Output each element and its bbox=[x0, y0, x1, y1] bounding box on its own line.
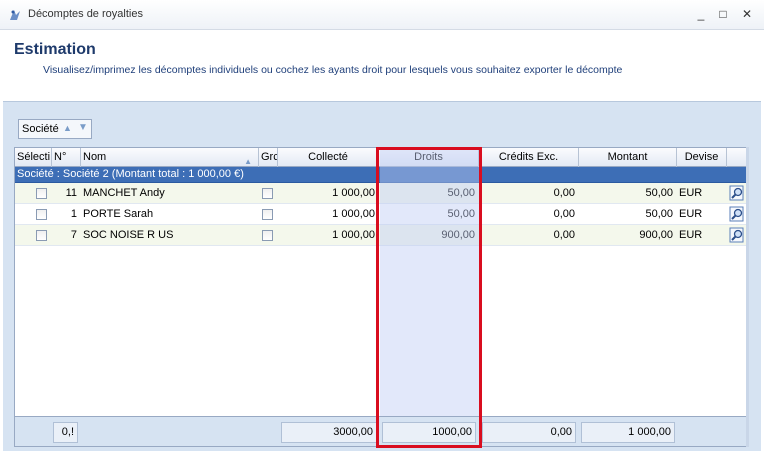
sort-asc-icon: ▲ bbox=[244, 157, 252, 166]
cell-credits: 0,00 bbox=[553, 187, 575, 199]
select-checkbox[interactable] bbox=[36, 230, 47, 241]
cell-devise: EUR bbox=[679, 208, 703, 220]
table-row[interactable]: 7 SOC NOISE R US 1 000,00 900,00 0,00 90… bbox=[15, 225, 747, 246]
cell-devise: EUR bbox=[679, 187, 703, 199]
cell-droits: 900,00 bbox=[441, 229, 475, 241]
sort-asc-icon[interactable]: ▲ bbox=[63, 123, 72, 133]
cell-droits: 50,00 bbox=[447, 187, 475, 199]
col-header-name-label: Nom bbox=[83, 151, 107, 163]
col-header-group[interactable]: Grc bbox=[259, 148, 278, 167]
magnifier-icon[interactable] bbox=[729, 185, 745, 201]
maximize-button[interactable]: □ bbox=[714, 6, 732, 22]
cell-droits: 50,00 bbox=[447, 208, 475, 220]
footer-count: 0,! bbox=[53, 422, 78, 443]
magnifier-icon[interactable] bbox=[729, 206, 745, 222]
col-header-montant[interactable]: Montant bbox=[579, 148, 677, 167]
col-header-droits[interactable]: Droits bbox=[379, 148, 479, 167]
window-titlebar: Décomptes de royalties _ □ ✕ bbox=[0, 0, 764, 30]
filter-icon[interactable]: ▼ bbox=[78, 122, 88, 133]
col-header-devise[interactable]: Devise bbox=[677, 148, 727, 167]
cell-name: SOC NOISE R US bbox=[83, 229, 174, 241]
group-checkbox[interactable] bbox=[262, 209, 273, 220]
cell-collecte: 1 000,00 bbox=[332, 208, 375, 220]
cell-num: 11 bbox=[65, 187, 77, 199]
page-subtitle: Visualisez/imprimez les décomptes indivi… bbox=[43, 64, 623, 76]
window-title: Décomptes de royalties bbox=[28, 8, 143, 20]
col-header-select[interactable]: Sélecti bbox=[15, 148, 52, 167]
grid-scrollbar[interactable] bbox=[746, 147, 749, 447]
col-header-collecte[interactable]: Collecté bbox=[278, 148, 379, 167]
group-row-societe-2[interactable]: Société : Société 2 (Montant total : 1 0… bbox=[15, 167, 747, 183]
cell-collecte: 1 000,00 bbox=[332, 229, 375, 241]
group-by-societe[interactable]: Société ▲ ▼ bbox=[18, 119, 92, 139]
table-row[interactable]: 11 MANCHET Andy 1 000,00 50,00 0,00 50,0… bbox=[15, 183, 747, 204]
col-header-credits[interactable]: Crédits Exc. bbox=[479, 148, 579, 167]
group-checkbox[interactable] bbox=[262, 230, 273, 241]
cell-name: PORTE Sarah bbox=[83, 208, 154, 220]
grid-footer-totals: 0,! 3000,00 1000,00 0,00 1 000,00 bbox=[15, 416, 747, 446]
cell-collecte: 1 000,00 bbox=[332, 187, 375, 199]
group-checkbox[interactable] bbox=[262, 188, 273, 199]
group-by-label: Société bbox=[22, 123, 59, 135]
footer-montant-total: 1 000,00 bbox=[581, 422, 675, 443]
footer-droits-total: 1000,00 bbox=[382, 422, 476, 443]
footer-collecte-total: 3000,00 bbox=[281, 422, 377, 443]
cell-credits: 0,00 bbox=[553, 229, 575, 241]
cell-montant: 50,00 bbox=[645, 187, 673, 199]
cell-name: MANCHET Andy bbox=[83, 187, 165, 199]
cell-devise: EUR bbox=[679, 229, 703, 241]
cell-montant: 50,00 bbox=[645, 208, 673, 220]
close-button[interactable]: ✕ bbox=[738, 6, 756, 22]
cell-credits: 0,00 bbox=[553, 208, 575, 220]
col-header-action bbox=[727, 148, 747, 167]
select-checkbox[interactable] bbox=[36, 209, 47, 220]
cell-num: 1 bbox=[70, 208, 77, 220]
grid-header: Sélecti N° Nom ▲ Grc Collecté Droits Cré… bbox=[15, 148, 747, 167]
col-header-num[interactable]: N° bbox=[52, 148, 81, 167]
table-row[interactable]: 1 PORTE Sarah 1 000,00 50,00 0,00 50,00 … bbox=[15, 204, 747, 225]
select-checkbox[interactable] bbox=[36, 188, 47, 199]
cell-num: 7 bbox=[70, 229, 77, 241]
royalties-grid: Sélecti N° Nom ▲ Grc Collecté Droits Cré… bbox=[14, 147, 748, 447]
minimize-button[interactable]: _ bbox=[692, 6, 710, 22]
app-icon bbox=[10, 10, 20, 20]
page-title: Estimation bbox=[14, 41, 96, 58]
footer-credits-total: 0,00 bbox=[482, 422, 576, 443]
page-header: Estimation Visualisez/imprimez les décom… bbox=[0, 31, 764, 101]
magnifier-icon[interactable] bbox=[729, 227, 745, 243]
col-header-name[interactable]: Nom ▲ bbox=[81, 148, 259, 167]
cell-montant: 900,00 bbox=[639, 229, 673, 241]
